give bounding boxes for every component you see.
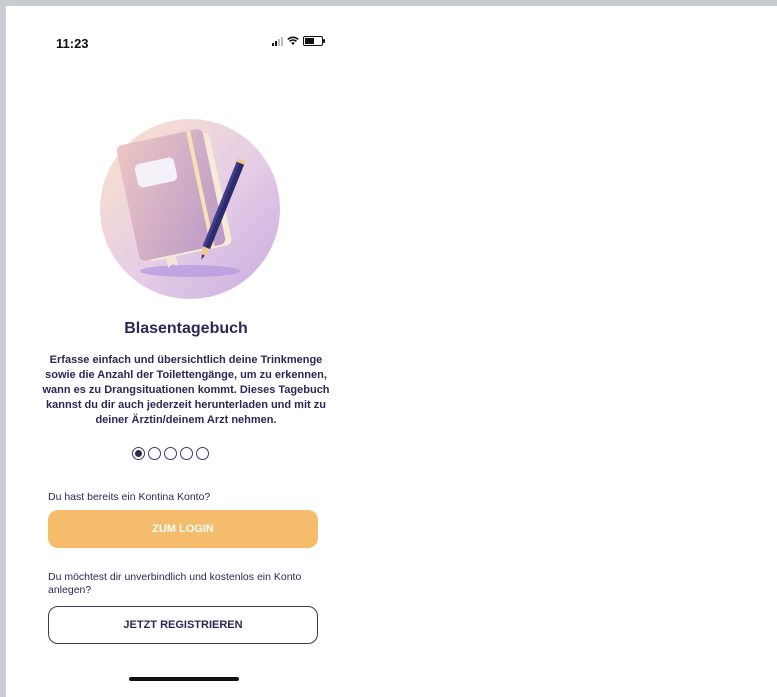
home-indicator[interactable] [129,677,239,681]
register-question: Du möchtest dir unverbindlich und kosten… [48,571,302,596]
wifi-icon [287,36,299,45]
page-indicator[interactable] [132,447,209,460]
page-dot-2[interactable] [148,447,161,460]
register-button[interactable]: JETZT REGISTRIEREN [48,606,318,644]
login-button[interactable]: ZUM LOGIN [48,510,318,548]
page-dot-1[interactable] [132,447,145,460]
status-icons [272,36,325,46]
page-dot-3[interactable] [164,447,177,460]
login-question: Du hast bereits ein Kontina Konto? [48,491,211,503]
phone-screen: 11:23 Blasentagebuch Erfasse einfach und… [6,6,366,697]
notebook-pen-illustration [100,119,280,299]
page-dot-5[interactable] [196,447,209,460]
onboarding-description: Erfasse einfach und übersichtlich deine … [42,354,330,426]
signal-icon [272,36,283,46]
page-title: Blasentagebuch [124,320,248,337]
page-dot-4[interactable] [180,447,193,460]
battery-icon [303,36,325,46]
status-time: 11:23 [56,36,89,51]
